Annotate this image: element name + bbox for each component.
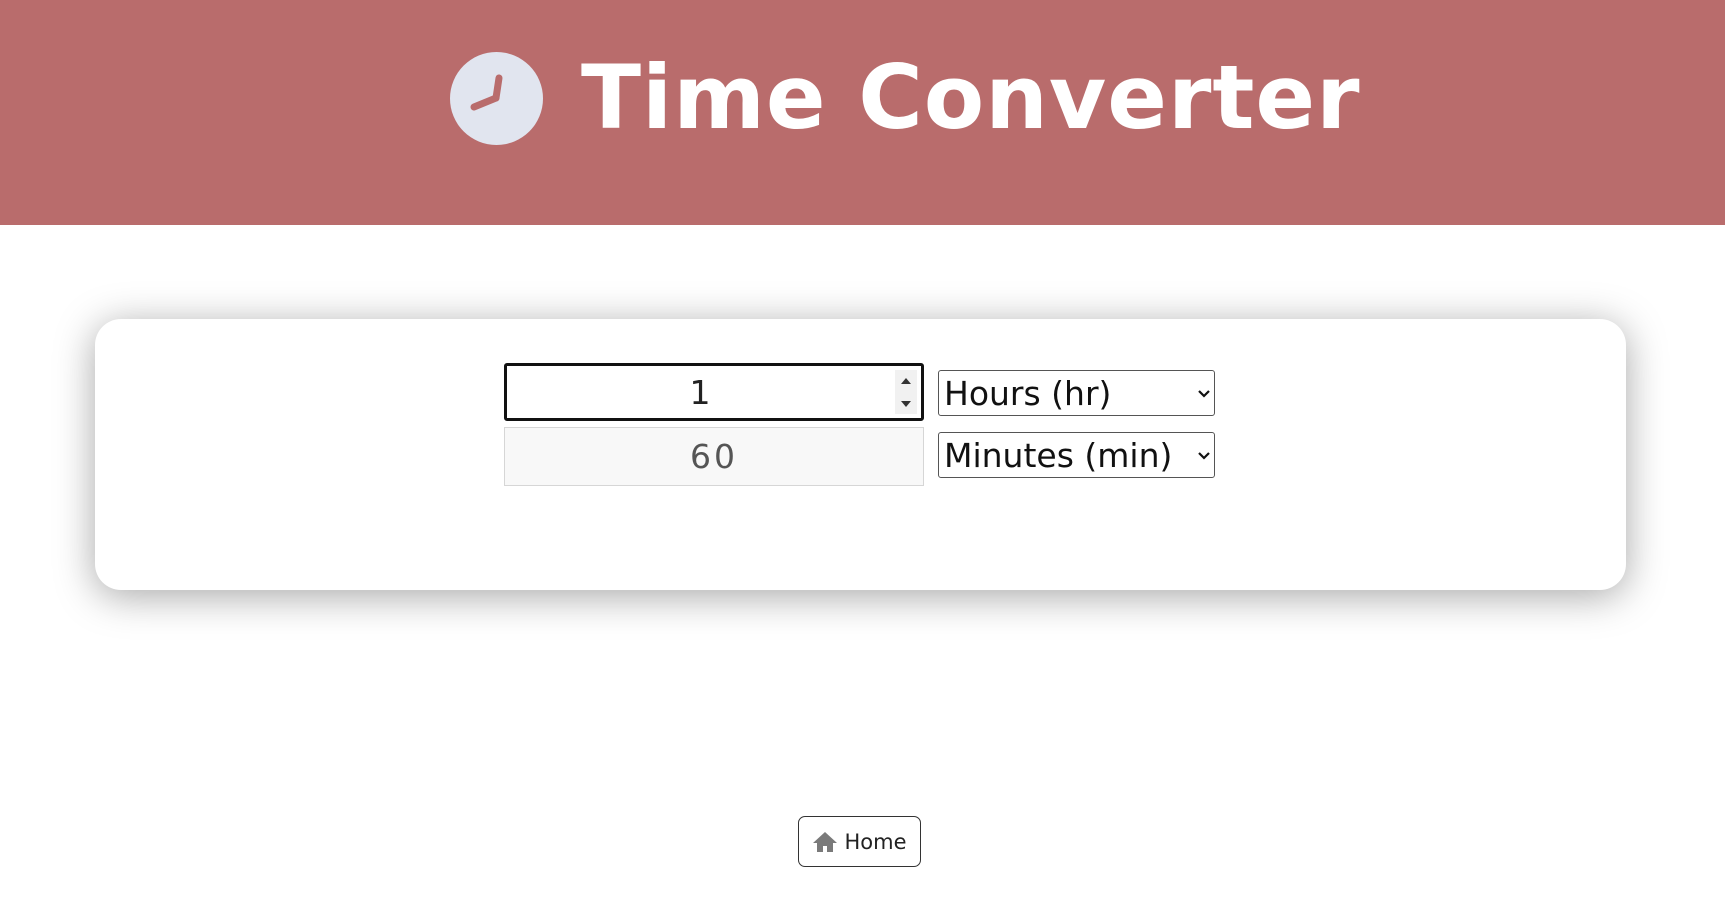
to-unit-select[interactable]: Minutes (min) [938, 432, 1215, 478]
home-button[interactable]: Home [798, 816, 921, 867]
value-input[interactable]: 1 [504, 363, 924, 421]
converter-card: 1 60 Hours (hr) Minutes (min) [95, 319, 1626, 590]
spin-up-button[interactable] [895, 370, 917, 391]
number-spinner[interactable] [895, 370, 917, 414]
triangle-down-icon [901, 400, 911, 407]
home-button-label: Home [844, 829, 907, 854]
triangle-up-icon [901, 377, 911, 384]
clock-icon [450, 51, 543, 145]
from-unit-select[interactable]: Hours (hr) [938, 370, 1215, 416]
value-input-text[interactable]: 1 [507, 366, 893, 418]
result-output: 60 [504, 427, 924, 486]
header: Time Converter [0, 0, 1725, 225]
from-unit-label: Hours (hr) [944, 373, 1112, 413]
page-title: Time Converter [581, 46, 1361, 149]
chevron-down-icon [1194, 450, 1214, 460]
spin-down-button[interactable] [895, 393, 917, 414]
header-brand: Time Converter [450, 50, 1361, 146]
home-icon [813, 831, 838, 852]
chevron-down-icon [1194, 388, 1214, 398]
to-unit-label: Minutes (min) [944, 435, 1173, 475]
